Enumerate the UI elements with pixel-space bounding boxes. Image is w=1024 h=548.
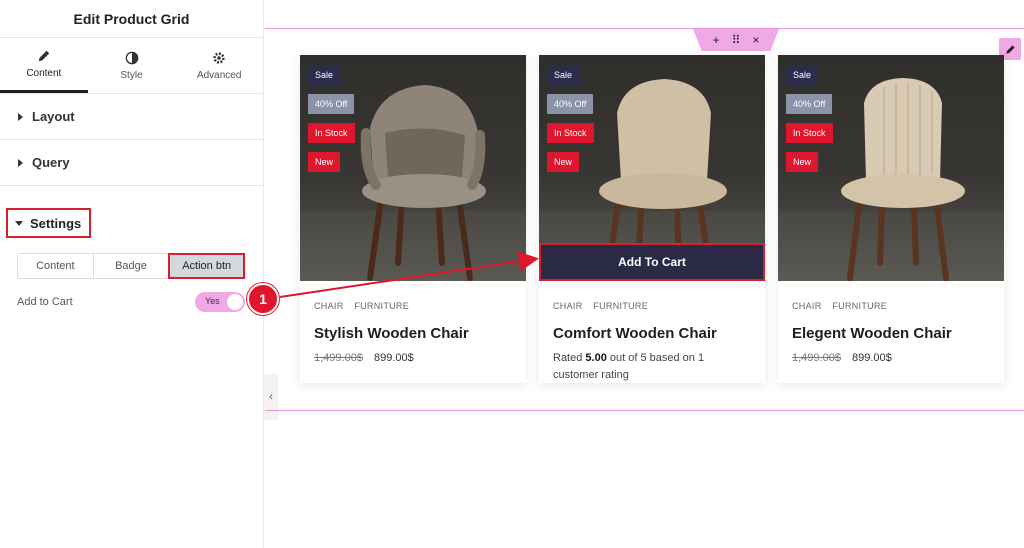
pencil-icon bbox=[1005, 44, 1015, 54]
product-image[interactable]: Sale 40% Off In Stock New bbox=[300, 55, 526, 281]
new-badge: New bbox=[308, 152, 341, 172]
add-to-cart-button[interactable]: Add To Cart bbox=[539, 243, 765, 281]
product-categories: CHAIR FURNITURE bbox=[314, 301, 512, 311]
product-categories: CHAIR FURNITURE bbox=[792, 301, 990, 311]
badge-list: Sale 40% Off In Stock New bbox=[547, 65, 594, 172]
rating-value: 5.00 bbox=[585, 352, 607, 364]
panel-tabs: Content Style Advanced bbox=[0, 38, 263, 94]
old-price: 1,499.00$ bbox=[314, 352, 363, 364]
rating-prefix: Rated bbox=[553, 352, 586, 364]
category-link[interactable]: CHAIR bbox=[553, 301, 583, 311]
caret-down-icon bbox=[15, 220, 23, 226]
category-link[interactable]: FURNITURE bbox=[354, 301, 409, 311]
sale-price: 899.00$ bbox=[374, 352, 414, 364]
section-layout-label: Layout bbox=[32, 109, 75, 124]
caret-right-icon bbox=[18, 112, 23, 121]
toggle-label: Yes bbox=[205, 296, 220, 306]
seg-action-btn[interactable]: Action btn bbox=[168, 253, 246, 279]
sale-badge: Sale bbox=[547, 65, 580, 85]
tab-advanced-label: Advanced bbox=[196, 69, 242, 81]
tab-style-label: Style bbox=[120, 69, 143, 81]
sale-badge: Sale bbox=[308, 65, 341, 85]
badge-list: Sale 40% Off In Stock New bbox=[308, 65, 355, 172]
stock-badge: In Stock bbox=[547, 123, 594, 143]
add-section-icon[interactable]: + bbox=[713, 33, 720, 47]
new-badge: New bbox=[786, 152, 819, 172]
settings-segmented-control: Content Badge Action btn bbox=[17, 253, 246, 279]
add-to-cart-label: Add to Cart bbox=[17, 296, 73, 308]
category-link[interactable]: FURNITURE bbox=[832, 301, 887, 311]
panel-title: Edit Product Grid bbox=[0, 0, 263, 38]
drag-handle-icon[interactable]: ⠿ bbox=[732, 33, 741, 47]
tab-style[interactable]: Style bbox=[88, 38, 176, 93]
category-link[interactable]: CHAIR bbox=[314, 301, 344, 311]
tab-content[interactable]: Content bbox=[0, 38, 88, 93]
category-link[interactable]: FURNITURE bbox=[593, 301, 648, 311]
product-title[interactable]: Comfort Wooden Chair bbox=[553, 325, 751, 342]
seg-content[interactable]: Content bbox=[18, 254, 94, 278]
discount-badge: 40% Off bbox=[547, 94, 594, 114]
product-price: 1,499.00$ 899.00$ bbox=[792, 352, 990, 364]
tab-advanced[interactable]: Advanced bbox=[175, 38, 263, 93]
product-rating: Rated 5.00 out of 5 based on 1 customer … bbox=[553, 350, 751, 384]
product-title[interactable]: Stylish Wooden Chair bbox=[314, 325, 512, 342]
section-settings-label: Settings bbox=[30, 215, 82, 231]
category-link[interactable]: CHAIR bbox=[792, 301, 822, 311]
product-card[interactable]: Sale 40% Off In Stock New Add To Cart CH… bbox=[539, 55, 765, 383]
section-query[interactable]: Query bbox=[0, 140, 263, 186]
tab-content-label: Content bbox=[26, 68, 62, 79]
new-badge: New bbox=[547, 152, 580, 172]
chair-image bbox=[360, 85, 486, 281]
section-settings[interactable]: Settings bbox=[6, 208, 91, 238]
product-image[interactable]: Sale 40% Off In Stock New bbox=[778, 55, 1004, 281]
preview-canvas: + ⠿ × Sale 40% Off In Stock New CHAIR FU… bbox=[265, 0, 1024, 548]
close-icon[interactable]: × bbox=[752, 33, 759, 47]
product-info: CHAIR FURNITURE Elegent Wooden Chair 1,4… bbox=[778, 281, 1004, 364]
product-title[interactable]: Elegent Wooden Chair bbox=[792, 325, 990, 342]
sale-badge: Sale bbox=[786, 65, 819, 85]
section-query-label: Query bbox=[32, 155, 70, 170]
annotation-callout: 1 bbox=[247, 283, 279, 315]
editor-app: Edit Product Grid Content Style Advanced… bbox=[0, 0, 1024, 548]
editor-panel: Edit Product Grid Content Style Advanced… bbox=[0, 0, 264, 548]
chair-image bbox=[841, 78, 965, 281]
half-circle-icon bbox=[125, 51, 138, 64]
old-price: 1,499.00$ bbox=[792, 352, 841, 364]
product-info: CHAIR FURNITURE Stylish Wooden Chair 1,4… bbox=[300, 281, 526, 364]
product-image[interactable]: Sale 40% Off In Stock New Add To Cart bbox=[539, 55, 765, 281]
stock-badge: In Stock bbox=[308, 123, 355, 143]
product-price: 1,499.00$ 899.00$ bbox=[314, 352, 512, 364]
product-categories: CHAIR FURNITURE bbox=[553, 301, 751, 311]
add-to-cart-row: Add to Cart Yes bbox=[17, 290, 245, 314]
pencil-icon bbox=[38, 50, 50, 62]
product-card[interactable]: Sale 40% Off In Stock New CHAIR FURNITUR… bbox=[300, 55, 526, 383]
add-to-cart-toggle[interactable]: Yes bbox=[195, 292, 245, 312]
sale-price: 899.00$ bbox=[852, 352, 892, 364]
toggle-knob bbox=[227, 294, 243, 310]
discount-badge: 40% Off bbox=[308, 94, 355, 114]
product-card[interactable]: Sale 40% Off In Stock New CHAIR FURNITUR… bbox=[778, 55, 1004, 383]
section-toolbar: + ⠿ × bbox=[693, 29, 779, 51]
stock-badge: In Stock bbox=[786, 123, 833, 143]
caret-right-icon bbox=[18, 158, 23, 167]
section-layout[interactable]: Layout bbox=[0, 94, 263, 140]
discount-badge: 40% Off bbox=[786, 94, 833, 114]
product-info: CHAIR FURNITURE Comfort Wooden Chair Rat… bbox=[539, 281, 765, 384]
gear-icon bbox=[213, 51, 225, 64]
seg-badge[interactable]: Badge bbox=[94, 254, 170, 278]
badge-list: Sale 40% Off In Stock New bbox=[786, 65, 833, 172]
